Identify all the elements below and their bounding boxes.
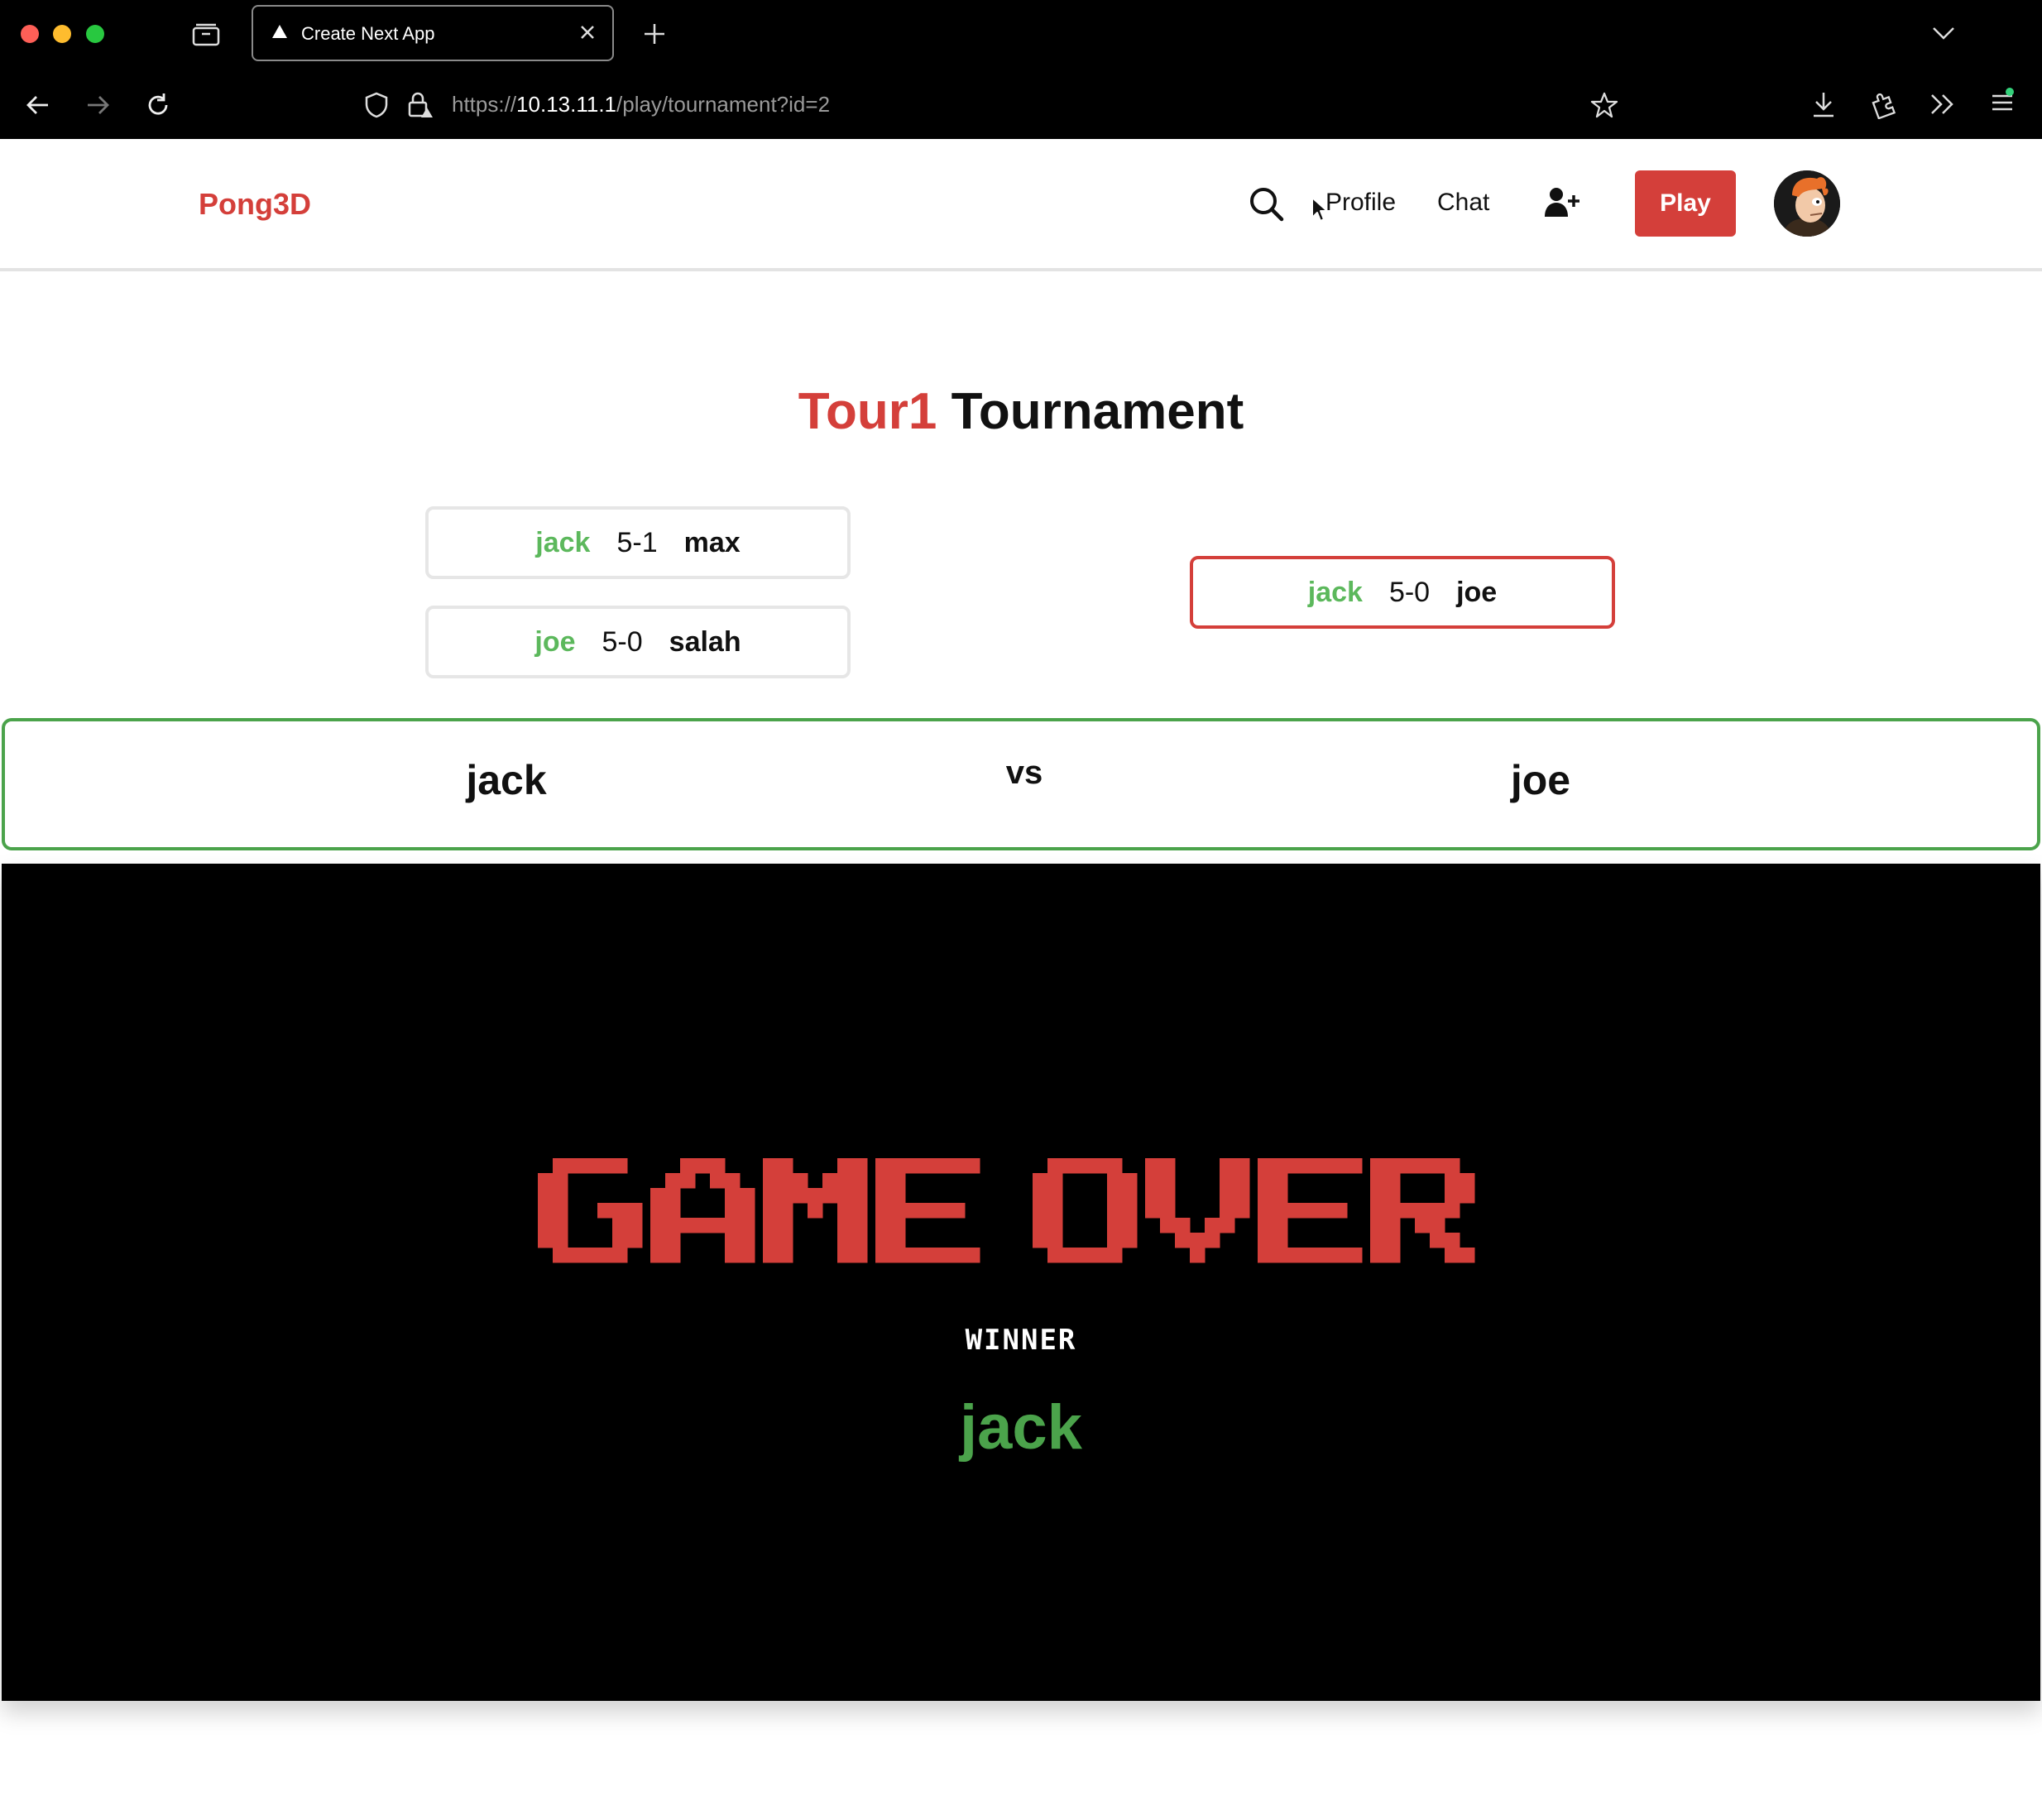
update-dot (2006, 88, 2014, 96)
versus-banner: jack vs joe (2, 718, 2040, 850)
pixel-letter (763, 1158, 868, 1263)
pixel-letter (1370, 1158, 1475, 1263)
chevron-down-icon[interactable] (1931, 25, 1956, 46)
close-icon[interactable] (578, 22, 597, 46)
more-tools-icon[interactable] (1929, 93, 1956, 120)
add-user-icon[interactable] (1544, 185, 1582, 224)
mouse-cursor-icon (1311, 196, 1329, 227)
tournament-name: Tour1 (798, 383, 937, 440)
play-button[interactable]: Play (1635, 170, 1736, 237)
page-title: Tour1 Tournament (0, 382, 2042, 441)
address-bar[interactable]: https://10.13.11.1/play/tournament?id=2 (452, 92, 830, 117)
versus-player-2: joe (1510, 757, 1571, 803)
game-over-headline (538, 1158, 1475, 1263)
extensions-icon[interactable] (1870, 89, 1898, 123)
pixel-letter (650, 1158, 755, 1263)
match-loser: max (683, 526, 741, 558)
bracket-match-1: jack 5-1 max (425, 506, 851, 579)
logo[interactable]: Pong3D (199, 187, 311, 222)
url-host: 10.13.11.1 (516, 92, 617, 117)
versus-player-1: jack (466, 757, 547, 803)
browser-tab[interactable]: Create Next App (252, 5, 614, 61)
star-icon[interactable] (1590, 91, 1618, 123)
pixel-letter (1033, 1158, 1138, 1263)
winner-label: WINNER (965, 1324, 1077, 1357)
bracket-final-match: jack 5-0 joe (1190, 556, 1615, 629)
pixel-letter (1145, 1158, 1250, 1263)
game-canvas[interactable]: WINNER jack (2, 864, 2040, 1701)
reload-icon[interactable] (144, 91, 172, 123)
pixel-letter (1258, 1158, 1363, 1263)
window-minimize-button[interactable] (53, 25, 71, 43)
shield-icon[interactable] (364, 91, 389, 123)
match-score: 5-1 (616, 526, 658, 558)
next-favicon-icon (271, 23, 288, 44)
window-close-button[interactable] (21, 25, 39, 43)
nav-chat[interactable]: Chat (1437, 189, 1489, 217)
match-winner: joe (534, 625, 576, 658)
back-arrow-icon[interactable] (25, 92, 51, 122)
tournament-title-suffix: Tournament (951, 383, 1244, 440)
avatar[interactable] (1774, 170, 1840, 237)
window-zoom-button[interactable] (86, 25, 104, 43)
plus-icon[interactable] (642, 22, 667, 50)
tab-title: Create Next App (301, 23, 435, 44)
match-score: 5-0 (602, 625, 643, 658)
match-loser: salah (669, 625, 741, 658)
search-icon[interactable] (1248, 185, 1286, 228)
forward-arrow-icon[interactable] (84, 92, 111, 122)
match-loser: joe (1456, 576, 1498, 608)
url-prefix: https:// (452, 92, 517, 117)
match-winner: jack (1307, 576, 1363, 608)
app-header: Pong3D Profile Chat Play (0, 139, 2042, 271)
winner-name: jack (960, 1392, 1082, 1463)
nav-profile[interactable]: Profile (1325, 189, 1396, 217)
versus-label: vs (1005, 754, 1043, 791)
lock-icon[interactable] (405, 91, 434, 123)
tab-group-icon[interactable] (192, 22, 220, 50)
pixel-letter (538, 1158, 643, 1263)
url-path: /play/tournament?id=2 (616, 92, 831, 117)
browser-chrome: Create Next App https://10.13.11.1/play/… (0, 0, 2042, 139)
match-winner: jack (535, 526, 591, 558)
bracket-match-2: joe 5-0 salah (425, 606, 851, 678)
download-icon[interactable] (1810, 89, 1837, 123)
match-score: 5-0 (1388, 576, 1431, 608)
pixel-letter (875, 1158, 980, 1263)
